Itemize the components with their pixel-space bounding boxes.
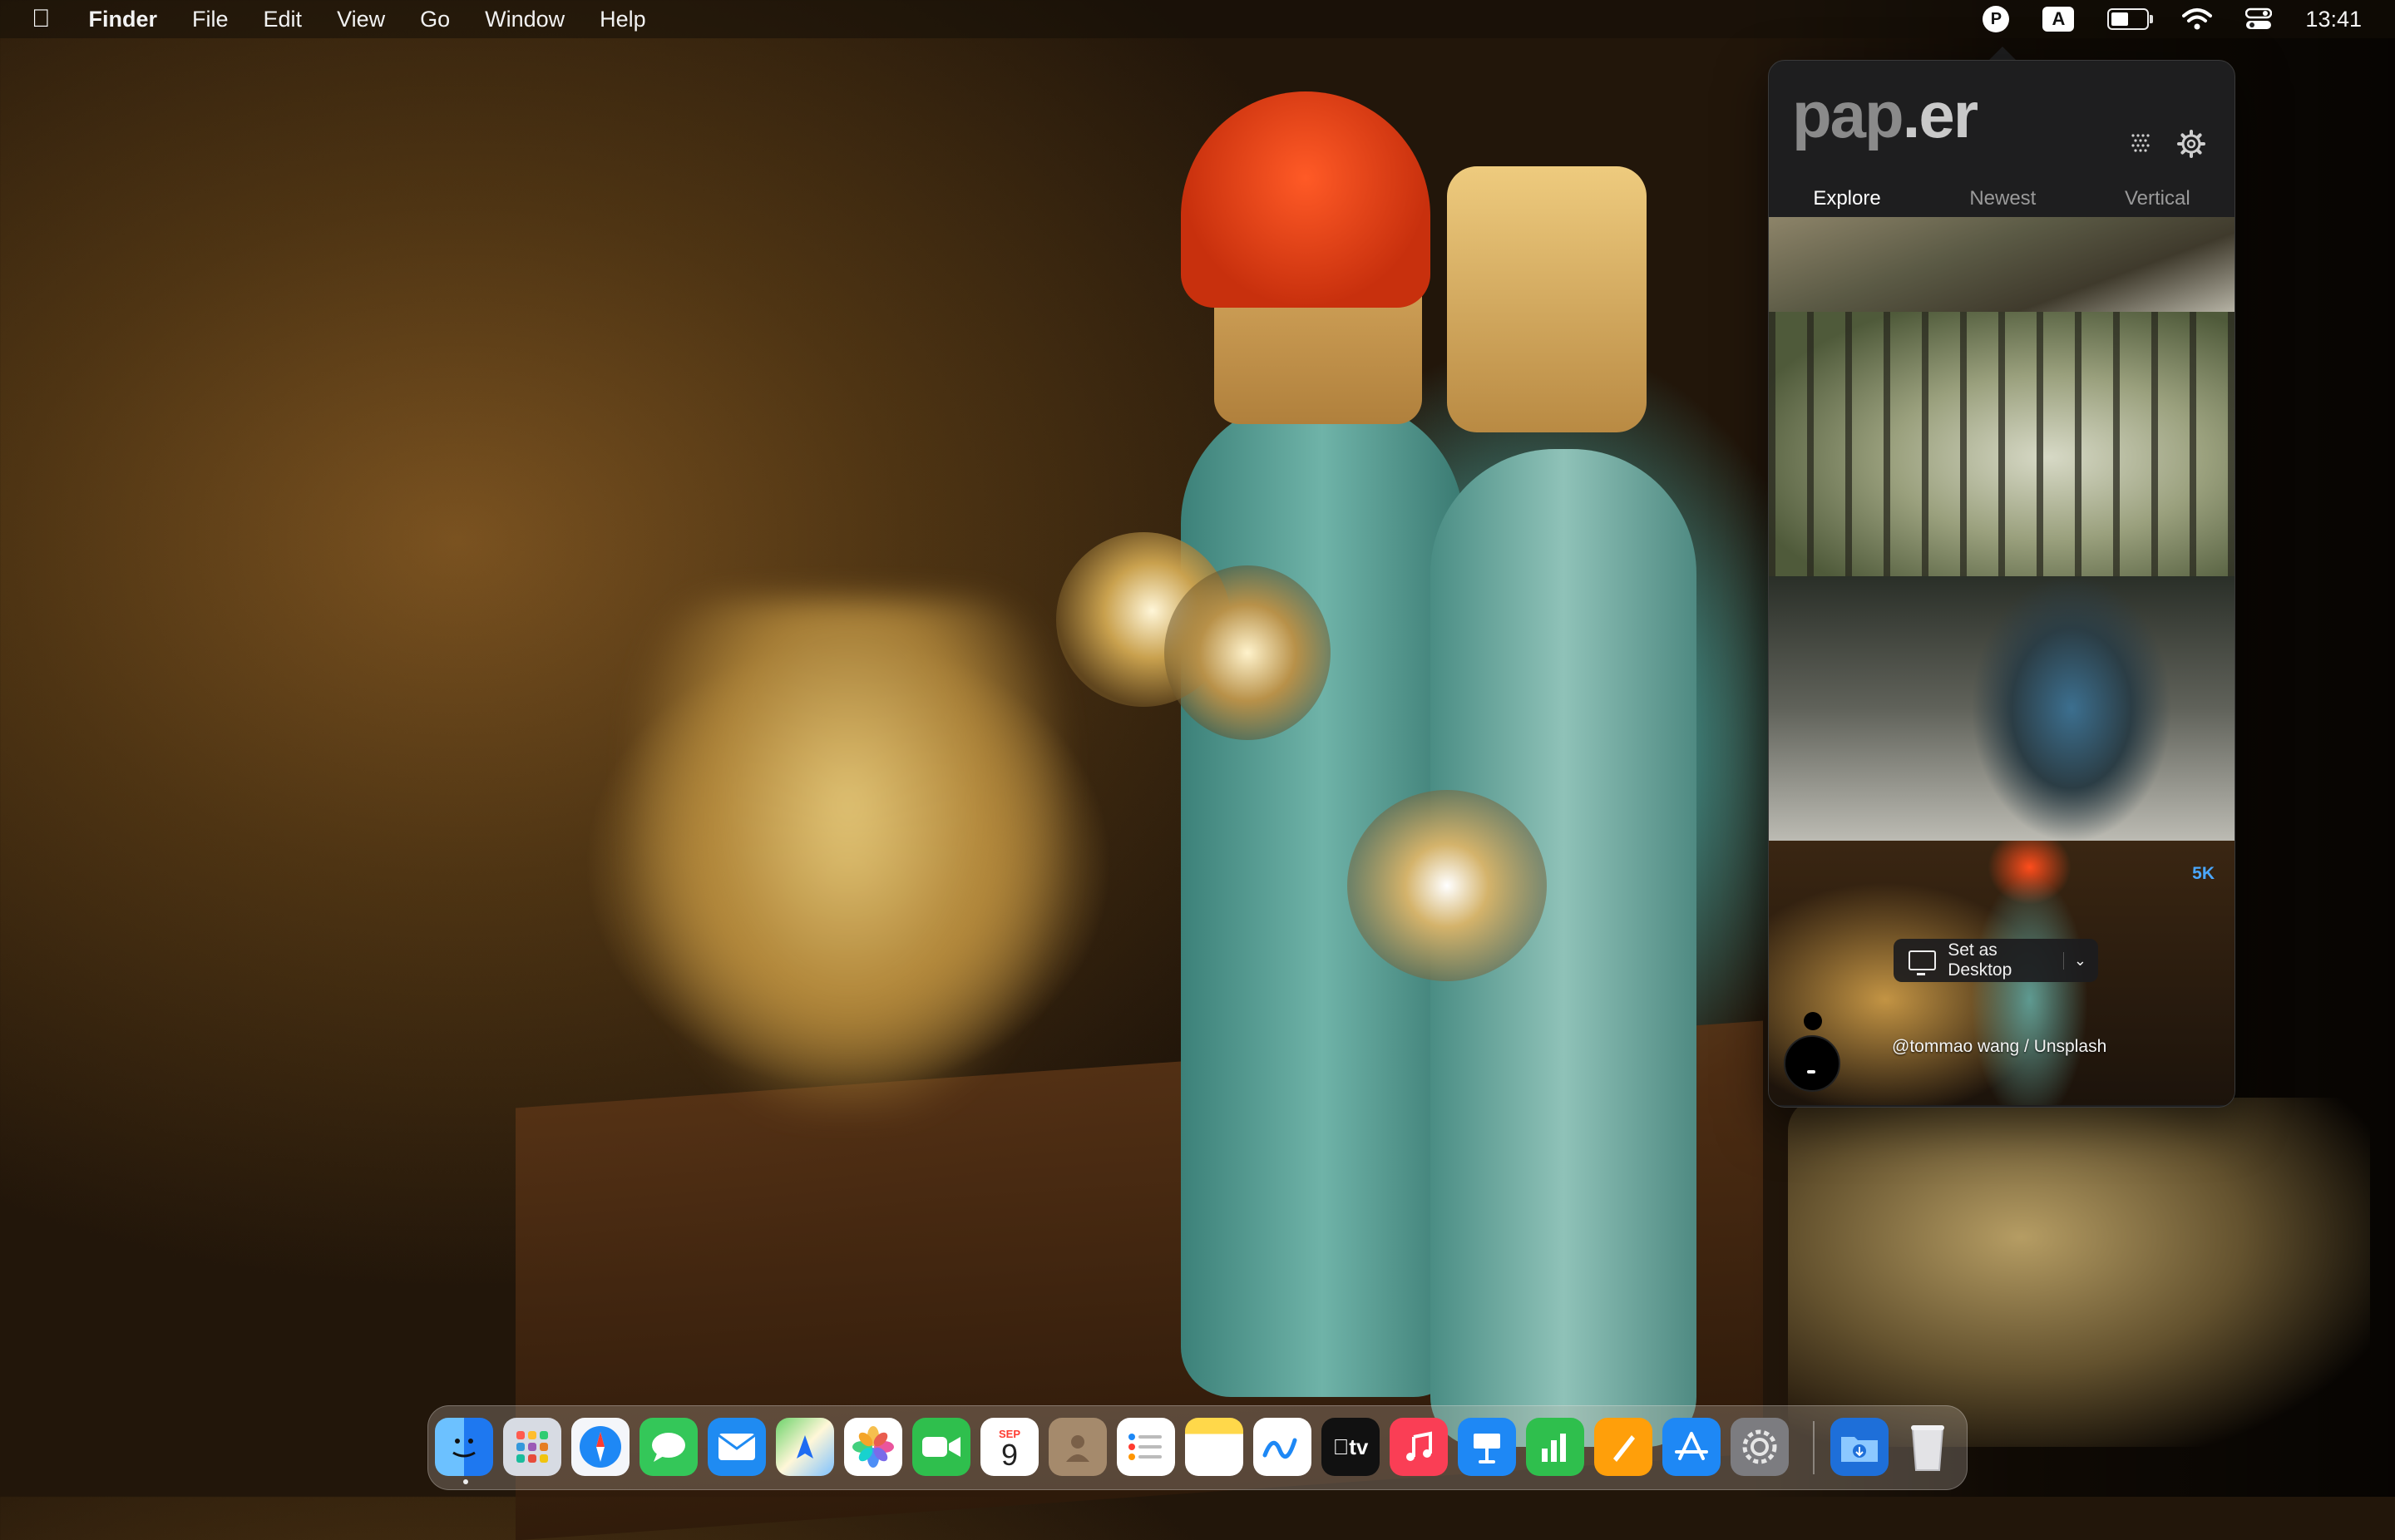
wallpaper-bulb — [1056, 532, 1231, 707]
tv-label: tv — [1341, 1434, 1368, 1459]
battery-icon[interactable] — [2107, 8, 2154, 30]
contacts-icon[interactable] — [1049, 1418, 1107, 1476]
menu-go[interactable]: Go — [420, 7, 450, 32]
battery-level — [2111, 12, 2129, 26]
menu-edit[interactable]: Edit — [264, 7, 303, 32]
app-store-icon[interactable] — [1662, 1418, 1721, 1476]
apple-menu-icon[interactable]:  — [32, 5, 51, 33]
system-settings-icon[interactable] — [1731, 1418, 1789, 1476]
creator-avatar[interactable] — [1784, 1035, 1840, 1092]
dock: SEP 9 tv — [427, 1405, 1968, 1490]
chevron-down-icon[interactable]: ⌄ — [2062, 951, 2086, 970]
notes-icon[interactable] — [1185, 1418, 1243, 1476]
running-indicator — [463, 1479, 468, 1484]
gear-icon[interactable] — [2173, 126, 2210, 162]
music-icon[interactable] — [1390, 1418, 1448, 1476]
wallpaper-coin-stack — [632, 599, 1064, 1114]
set-as-desktop-label: Set as Desktop — [1948, 940, 2012, 980]
keynote-icon[interactable] — [1458, 1418, 1516, 1476]
wallpaper-thumbnail-cattle[interactable] — [1769, 576, 2235, 841]
logo-part2: .er — [1902, 78, 1978, 151]
photo-credit-link[interactable]: @tommao wang / Unsplash — [1892, 1037, 2106, 1057]
menu-app-name[interactable]: Finder — [89, 7, 158, 32]
menu-help[interactable]: Help — [600, 7, 646, 32]
input-source-icon[interactable]: A — [2042, 7, 2075, 32]
tab-newest[interactable]: Newest — [1969, 177, 2036, 222]
menu-clock[interactable]: 13:41 — [2305, 7, 2362, 32]
freeform-icon[interactable] — [1253, 1418, 1311, 1476]
tab-explore[interactable]: Explore — [1813, 177, 1881, 222]
finder-icon[interactable] — [435, 1418, 493, 1476]
paper-status-icon[interactable]: P — [1983, 6, 2010, 32]
wifi-icon[interactable] — [2182, 7, 2213, 31]
dither-grid-icon[interactable] — [2123, 126, 2160, 162]
display-icon — [1909, 950, 1937, 975]
photos-icon[interactable] — [844, 1418, 902, 1476]
pages-icon[interactable] — [1594, 1418, 1652, 1476]
tv-icon[interactable]: tv — [1321, 1418, 1380, 1476]
menu-window[interactable]: Window — [485, 7, 565, 32]
launchpad-icon[interactable] — [503, 1418, 561, 1476]
wallpaper-head-right — [1447, 166, 1647, 432]
numbers-icon[interactable] — [1526, 1418, 1584, 1476]
tab-bar: Explore Newest Vertical — [1769, 177, 2235, 222]
messages-icon[interactable] — [639, 1418, 698, 1476]
menu-bar:  Finder File Edit View Go Window Help P… — [0, 0, 2395, 38]
reminders-icon[interactable] — [1117, 1418, 1175, 1476]
wallpaper-figure-left — [1181, 399, 1464, 1397]
wallpaper-head-left — [1214, 191, 1422, 424]
paper-popover: pap.er Explore Newest Vertical 5K Set as… — [1768, 60, 2235, 1108]
menu-view[interactable]: View — [337, 7, 385, 32]
set-as-desktop-button[interactable]: Set as Desktop ⌄ — [1894, 939, 2098, 982]
wallpaper-list: 5K Set as Desktop ⌄ @tommao wang / Unspl… — [1769, 217, 2235, 1105]
wallpaper-thumbnail-forest[interactable] — [1769, 312, 2235, 576]
wallpaper-red-hat — [1181, 91, 1430, 308]
tab-vertical[interactable]: Vertical — [2125, 177, 2190, 222]
logo-part1: pap — [1792, 78, 1904, 151]
downloads-folder-icon[interactable] — [1830, 1418, 1889, 1476]
calendar-day: 9 — [1000, 1437, 1019, 1472]
safari-icon[interactable] — [571, 1418, 630, 1476]
wallpaper-thumbnail-figures[interactable]: 5K Set as Desktop ⌄ @tommao wang / Unspl… — [1769, 841, 2235, 1105]
maps-icon[interactable] — [776, 1418, 834, 1476]
trash-icon[interactable] — [1899, 1418, 1957, 1476]
wallpaper-bulb — [1164, 565, 1331, 740]
creator-dot — [1804, 1012, 1822, 1030]
wallpaper-machine — [1788, 1098, 2370, 1447]
tv-apple-glyph:  — [1333, 1434, 1350, 1460]
control-center-icon[interactable] — [2245, 7, 2273, 31]
wallpaper-bulb — [1347, 790, 1547, 981]
dock-separator — [1813, 1421, 1815, 1474]
resolution-badge: 5K — [2192, 864, 2215, 883]
mail-icon[interactable] — [708, 1418, 766, 1476]
wallpaper-thumbnail-mountain[interactable] — [1769, 217, 2235, 312]
facetime-icon[interactable] — [912, 1418, 970, 1476]
menu-file[interactable]: File — [192, 7, 229, 32]
paper-logo: pap.er — [1792, 77, 1978, 153]
wallpaper-figure-right — [1430, 449, 1696, 1447]
calendar-icon[interactable]: SEP 9 — [980, 1418, 1039, 1476]
